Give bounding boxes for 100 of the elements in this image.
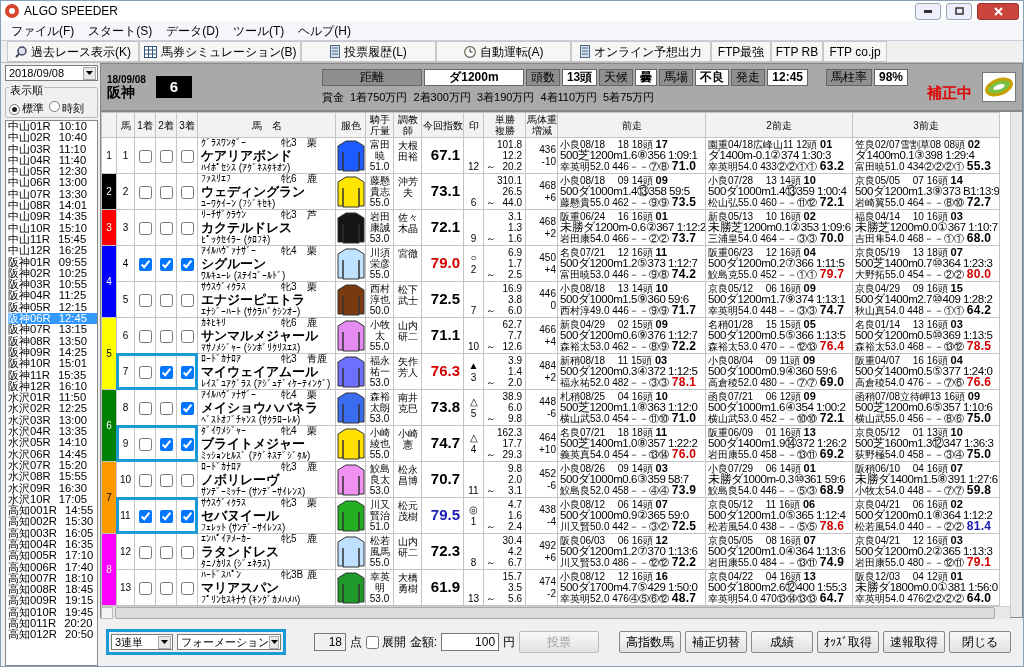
race-list-item[interactable]: 阪神11R 15:35 bbox=[8, 369, 97, 381]
race-list-item[interactable]: 高知009R 19:15 bbox=[8, 595, 97, 607]
menu-item[interactable]: ヘルプ(H) bbox=[298, 21, 351, 40]
race-list-item[interactable]: 阪神07R 13:15 bbox=[8, 324, 97, 336]
finish-checkbox[interactable] bbox=[180, 437, 194, 451]
race-list-item[interactable]: 水沢04R 13:35 bbox=[8, 426, 97, 438]
toolbar-button[interactable]: 過去レース表示(K) bbox=[7, 41, 139, 62]
race-list-item[interactable]: 高知012R 20:50 bbox=[8, 629, 97, 641]
finish-checkbox[interactable] bbox=[159, 365, 173, 379]
race-list-item[interactable]: 阪神12R 16:10 bbox=[8, 380, 97, 393]
finish-checkbox[interactable] bbox=[159, 221, 173, 235]
minimize-button[interactable] bbox=[915, 2, 941, 20]
finish-checkbox[interactable] bbox=[159, 149, 173, 163]
race-list-item[interactable]: 中山02R 10:40 bbox=[8, 132, 97, 144]
finish-checkbox[interactable] bbox=[180, 293, 194, 307]
race-list-item[interactable]: 高知004R 16:35 bbox=[8, 539, 97, 551]
finish-checkbox[interactable] bbox=[180, 365, 194, 379]
finish-checkbox[interactable] bbox=[159, 545, 173, 559]
toolbar-button[interactable]: 投票履歴(L) bbox=[301, 41, 436, 62]
toolbar-button[interactable]: 馬券シミュレーション(B) bbox=[139, 41, 301, 62]
race-list-item[interactable]: 阪神08R 13:50 bbox=[8, 335, 97, 347]
finish-checkbox[interactable] bbox=[180, 185, 194, 199]
finish-checkbox[interactable] bbox=[180, 545, 194, 559]
finish-checkbox[interactable] bbox=[180, 581, 194, 595]
race-list-item[interactable]: 高知010R 19:45 bbox=[8, 606, 97, 619]
menu-item[interactable]: スタート(S) bbox=[88, 21, 153, 40]
bet-type-dropdown[interactable]: 3連単 bbox=[111, 634, 173, 650]
finish-checkbox[interactable] bbox=[180, 401, 194, 415]
race-list-item[interactable]: 阪神01R 09:55 bbox=[8, 256, 97, 268]
finish-checkbox[interactable] bbox=[138, 581, 152, 595]
toolbar-button[interactable]: FTP最強 bbox=[711, 41, 771, 62]
finish-checkbox[interactable] bbox=[159, 437, 173, 451]
action-button[interactable]: 補正切替 bbox=[685, 631, 748, 653]
finish-checkbox[interactable] bbox=[159, 185, 173, 199]
finish-checkbox[interactable] bbox=[138, 473, 152, 487]
race-list-item[interactable]: 阪神09R 14:25 bbox=[8, 346, 97, 359]
toolbar-button[interactable]: 自動運転(A) bbox=[436, 41, 571, 62]
toolbar-button[interactable]: オンライン予想出力 bbox=[571, 41, 711, 62]
finish-checkbox[interactable] bbox=[138, 221, 152, 235]
finish-checkbox[interactable] bbox=[138, 257, 152, 271]
race-list-item[interactable]: 高知007R 18:10 bbox=[8, 572, 97, 585]
finish-checkbox[interactable] bbox=[180, 149, 194, 163]
finish-checkbox[interactable] bbox=[180, 509, 194, 523]
vertical-scrollbar[interactable] bbox=[1010, 112, 1022, 617]
race-list-item[interactable]: 水沢02R 12:25 bbox=[8, 403, 97, 415]
race-list-item[interactable]: 水沢10R 17:05 bbox=[8, 493, 97, 506]
finish-checkbox[interactable] bbox=[180, 257, 194, 271]
action-button[interactable]: ｵｯｽﾞ取得 bbox=[817, 631, 880, 653]
finish-checkbox[interactable] bbox=[159, 257, 173, 271]
finish-checkbox[interactable] bbox=[159, 329, 173, 343]
race-list-item[interactable]: 水沢03R 13:00 bbox=[8, 414, 97, 426]
toolbar-button[interactable]: FTP RB bbox=[771, 41, 823, 62]
finish-checkbox[interactable] bbox=[159, 509, 173, 523]
race-list-item[interactable]: 阪神04R 11:25 bbox=[8, 290, 97, 302]
action-button[interactable]: 閉じる bbox=[949, 631, 1012, 653]
race-list-item[interactable]: 水沢01R 11:50 bbox=[8, 392, 97, 404]
maximize-button[interactable] bbox=[946, 2, 972, 20]
menu-item[interactable]: データ(D) bbox=[166, 21, 219, 40]
finish-checkbox[interactable] bbox=[180, 221, 194, 235]
finish-checkbox[interactable] bbox=[138, 293, 152, 307]
finish-checkbox[interactable] bbox=[138, 149, 152, 163]
finish-checkbox[interactable] bbox=[159, 473, 173, 487]
amount-field[interactable]: 100 bbox=[441, 633, 500, 651]
finish-checkbox[interactable] bbox=[180, 473, 194, 487]
expand-checkbox[interactable] bbox=[366, 635, 379, 649]
finish-checkbox[interactable] bbox=[138, 329, 152, 343]
race-list-item[interactable]: 中山12R 16:25 bbox=[8, 245, 97, 257]
finish-checkbox[interactable] bbox=[138, 185, 152, 199]
race-list-item[interactable]: 中山01R 10:10 bbox=[8, 121, 97, 133]
menu-item[interactable]: ファイル(F) bbox=[11, 21, 75, 40]
race-list-item[interactable]: 中山11R 15:45 bbox=[8, 233, 97, 246]
finish-checkbox[interactable] bbox=[159, 401, 173, 415]
menu-item[interactable]: ツール(T) bbox=[233, 21, 285, 40]
race-list-item[interactable]: 水沢06R 14:45 bbox=[8, 448, 97, 460]
radio-option[interactable]: 時刻 bbox=[49, 99, 84, 116]
race-list-item[interactable]: 中山10R 15:10 bbox=[8, 222, 97, 234]
finish-checkbox[interactable] bbox=[159, 293, 173, 307]
race-list-item[interactable]: 阪神03R 10:55 bbox=[8, 279, 97, 291]
bet-method-dropdown[interactable]: フォーメーション bbox=[177, 634, 281, 650]
race-list-item[interactable]: 水沢09R 16:30 bbox=[8, 482, 97, 494]
action-button[interactable]: 成績 bbox=[751, 631, 814, 653]
action-button[interactable]: 高指数馬 bbox=[619, 631, 682, 653]
finish-checkbox[interactable] bbox=[138, 509, 152, 523]
race-list-item[interactable]: 中山05R 12:30 bbox=[8, 166, 97, 178]
close-button[interactable] bbox=[977, 2, 1019, 20]
race-list-item[interactable]: 高知006R 17:40 bbox=[8, 561, 97, 573]
race-list-item[interactable]: 水沢05R 14:10 bbox=[8, 437, 97, 449]
race-list-item[interactable]: 水沢08R 15:55 bbox=[8, 471, 97, 483]
race-list-item[interactable]: 高知003R 16:05 bbox=[8, 527, 97, 539]
finish-checkbox[interactable] bbox=[138, 401, 152, 415]
horizontal-scrollbar[interactable] bbox=[101, 606, 1010, 619]
race-list-item[interactable]: 高知011R 20:20 bbox=[8, 618, 97, 630]
race-list-item[interactable]: 中山06R 13:00 bbox=[8, 177, 97, 189]
race-list-item[interactable]: 高知002R 15:30 bbox=[8, 516, 97, 528]
race-list-item[interactable]: 中山09R 14:35 bbox=[8, 211, 97, 223]
finish-checkbox[interactable] bbox=[138, 365, 152, 379]
count-field[interactable]: 18 bbox=[314, 633, 346, 651]
race-list-item[interactable]: 高知005R 17:10 bbox=[8, 550, 97, 562]
race-list-item[interactable]: 高知001R 14:55 bbox=[8, 505, 97, 517]
date-dropdown[interactable]: 2018/09/08 bbox=[5, 65, 98, 81]
